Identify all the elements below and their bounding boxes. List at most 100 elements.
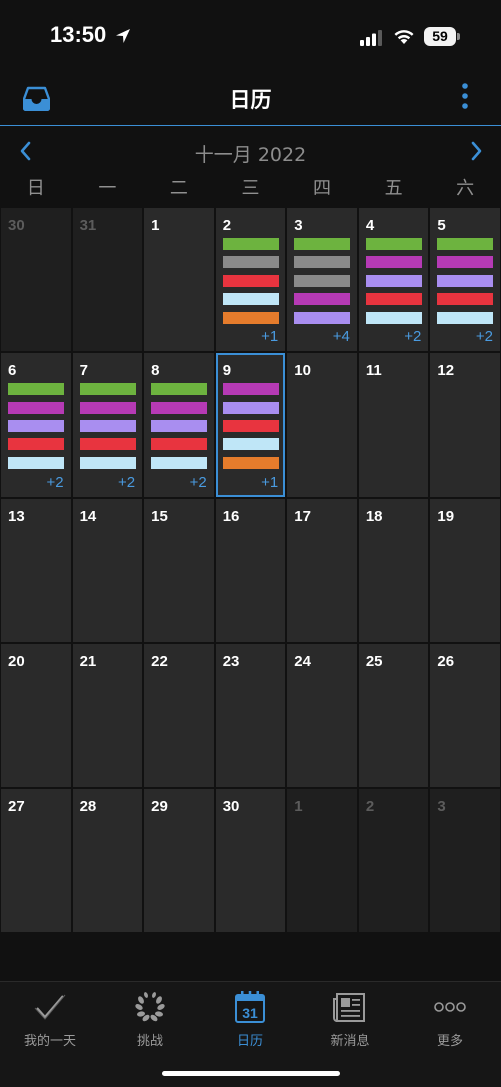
weekday-fri: 五 (384, 178, 403, 199)
day-cell[interactable]: 29 (144, 789, 214, 933)
weekday-mon: 一 (98, 178, 117, 199)
day-cell[interactable]: 4 +2 (358, 208, 429, 352)
event-bar (222, 420, 279, 433)
day-cell[interactable]: 3 (430, 789, 500, 933)
day-cell[interactable]: 27 (1, 789, 71, 933)
day-number: 23 (222, 652, 240, 670)
event-bar (294, 238, 351, 250)
event-bar (8, 420, 64, 433)
tab-label: 挑战 (136, 1034, 163, 1049)
chevron-right-icon[interactable] (466, 140, 486, 162)
day-number: 8 (151, 362, 160, 380)
day-cell[interactable]: 16 (215, 498, 286, 642)
location-arrow-icon (116, 29, 130, 43)
tab-my-day[interactable]: 我的一天 (0, 990, 100, 1052)
day-cell[interactable]: 9 +1 (215, 353, 286, 497)
day-cell[interactable]: 22 (144, 643, 214, 788)
calendar-icon: 31 (235, 991, 265, 1023)
event-bar (365, 256, 422, 269)
weekday-sun: 日 (26, 178, 45, 199)
day-number: 10 (294, 362, 311, 380)
day-cell[interactable]: 11 (358, 353, 429, 497)
day-cell[interactable]: 1 (287, 789, 357, 933)
day-cell[interactable]: 20 (1, 643, 71, 788)
event-bars (437, 238, 494, 330)
wifi-icon (394, 30, 414, 44)
status-time: 13:50 (50, 22, 107, 47)
day-number: 15 (151, 507, 168, 525)
day-cell[interactable]: 2 (358, 789, 429, 933)
event-bar (222, 311, 279, 324)
day-cell[interactable]: 26 (430, 643, 500, 788)
day-cell[interactable]: 28 (72, 789, 143, 933)
event-bar (437, 311, 494, 324)
more-events-count: +2 (118, 473, 136, 491)
event-bars (151, 383, 208, 475)
day-cell[interactable]: 7 +2 (72, 353, 143, 497)
day-cell[interactable]: 30 (1, 208, 71, 352)
home-indicator (162, 1071, 340, 1076)
day-cell[interactable]: 21 (72, 643, 143, 788)
day-cell[interactable]: 23 (215, 643, 286, 788)
day-number: 24 (294, 652, 311, 670)
cellular-signal-icon (360, 30, 382, 46)
event-bar (222, 438, 279, 451)
event-bar (365, 274, 422, 287)
day-number: 9 (222, 362, 232, 380)
day-cell[interactable]: 2 +1 (215, 208, 286, 352)
weekday-wed: 三 (241, 178, 260, 199)
day-number: 2 (222, 217, 232, 234)
event-bar (8, 383, 64, 396)
day-number: 5 (437, 217, 446, 234)
weekday-sat: 六 (456, 178, 475, 199)
day-cell[interactable]: 12 (430, 353, 500, 497)
event-bar (365, 311, 422, 324)
day-number: 6 (8, 362, 17, 380)
weekday-tue: 二 (169, 178, 188, 199)
day-cell[interactable]: 15 (144, 498, 214, 642)
event-bar (437, 238, 494, 250)
tab-news[interactable]: 新消息 (300, 990, 400, 1052)
tab-more[interactable]: 更多 (400, 990, 500, 1052)
day-number: 22 (151, 652, 168, 670)
day-cell[interactable]: 18 (358, 498, 429, 642)
day-cell[interactable]: 17 (287, 498, 357, 642)
day-cell[interactable]: 13 (1, 498, 71, 642)
day-cell[interactable]: 31 (72, 208, 143, 352)
event-bar (151, 383, 208, 396)
tab-challenges[interactable]: 挑战 (100, 990, 200, 1052)
day-cell[interactable]: 1 (144, 208, 214, 352)
more-events-count: +2 (189, 473, 207, 491)
day-cell[interactable]: 24 (287, 643, 357, 788)
event-bar (151, 420, 208, 433)
day-number: 28 (79, 798, 97, 816)
checkmark-icon (34, 994, 66, 1020)
day-cell[interactable]: 3 +4 (287, 208, 357, 352)
day-cell[interactable]: 25 (358, 643, 429, 788)
day-cell[interactable]: 8 +2 (144, 353, 214, 497)
more-vertical-icon[interactable] (455, 82, 475, 112)
day-cell[interactable]: 14 (72, 498, 143, 642)
event-bar (365, 293, 422, 306)
event-bar (222, 456, 279, 469)
day-cell[interactable]: 6 +2 (1, 353, 71, 497)
tab-label: 我的一天 (23, 1034, 76, 1049)
navigation-bar: 日历 (0, 72, 501, 126)
day-cell[interactable]: 5 +2 (430, 208, 500, 352)
event-bar (222, 401, 279, 414)
event-bar (222, 293, 279, 306)
event-bars (365, 238, 422, 330)
day-cell[interactable]: 10 (287, 353, 357, 497)
day-cell[interactable]: 19 (430, 498, 500, 642)
tab-calendar[interactable]: 31 日历 (200, 990, 300, 1052)
more-events-count: +2 (46, 473, 64, 491)
event-bar (437, 274, 494, 287)
more-events-count: +4 (332, 328, 350, 346)
event-bar (437, 256, 494, 269)
day-number: 30 (8, 217, 25, 234)
day-number: 4 (365, 217, 375, 234)
day-number: 18 (365, 507, 383, 525)
page-title: 日历 (229, 88, 272, 112)
event-bar (222, 238, 279, 250)
day-cell[interactable]: 30 (215, 789, 286, 933)
